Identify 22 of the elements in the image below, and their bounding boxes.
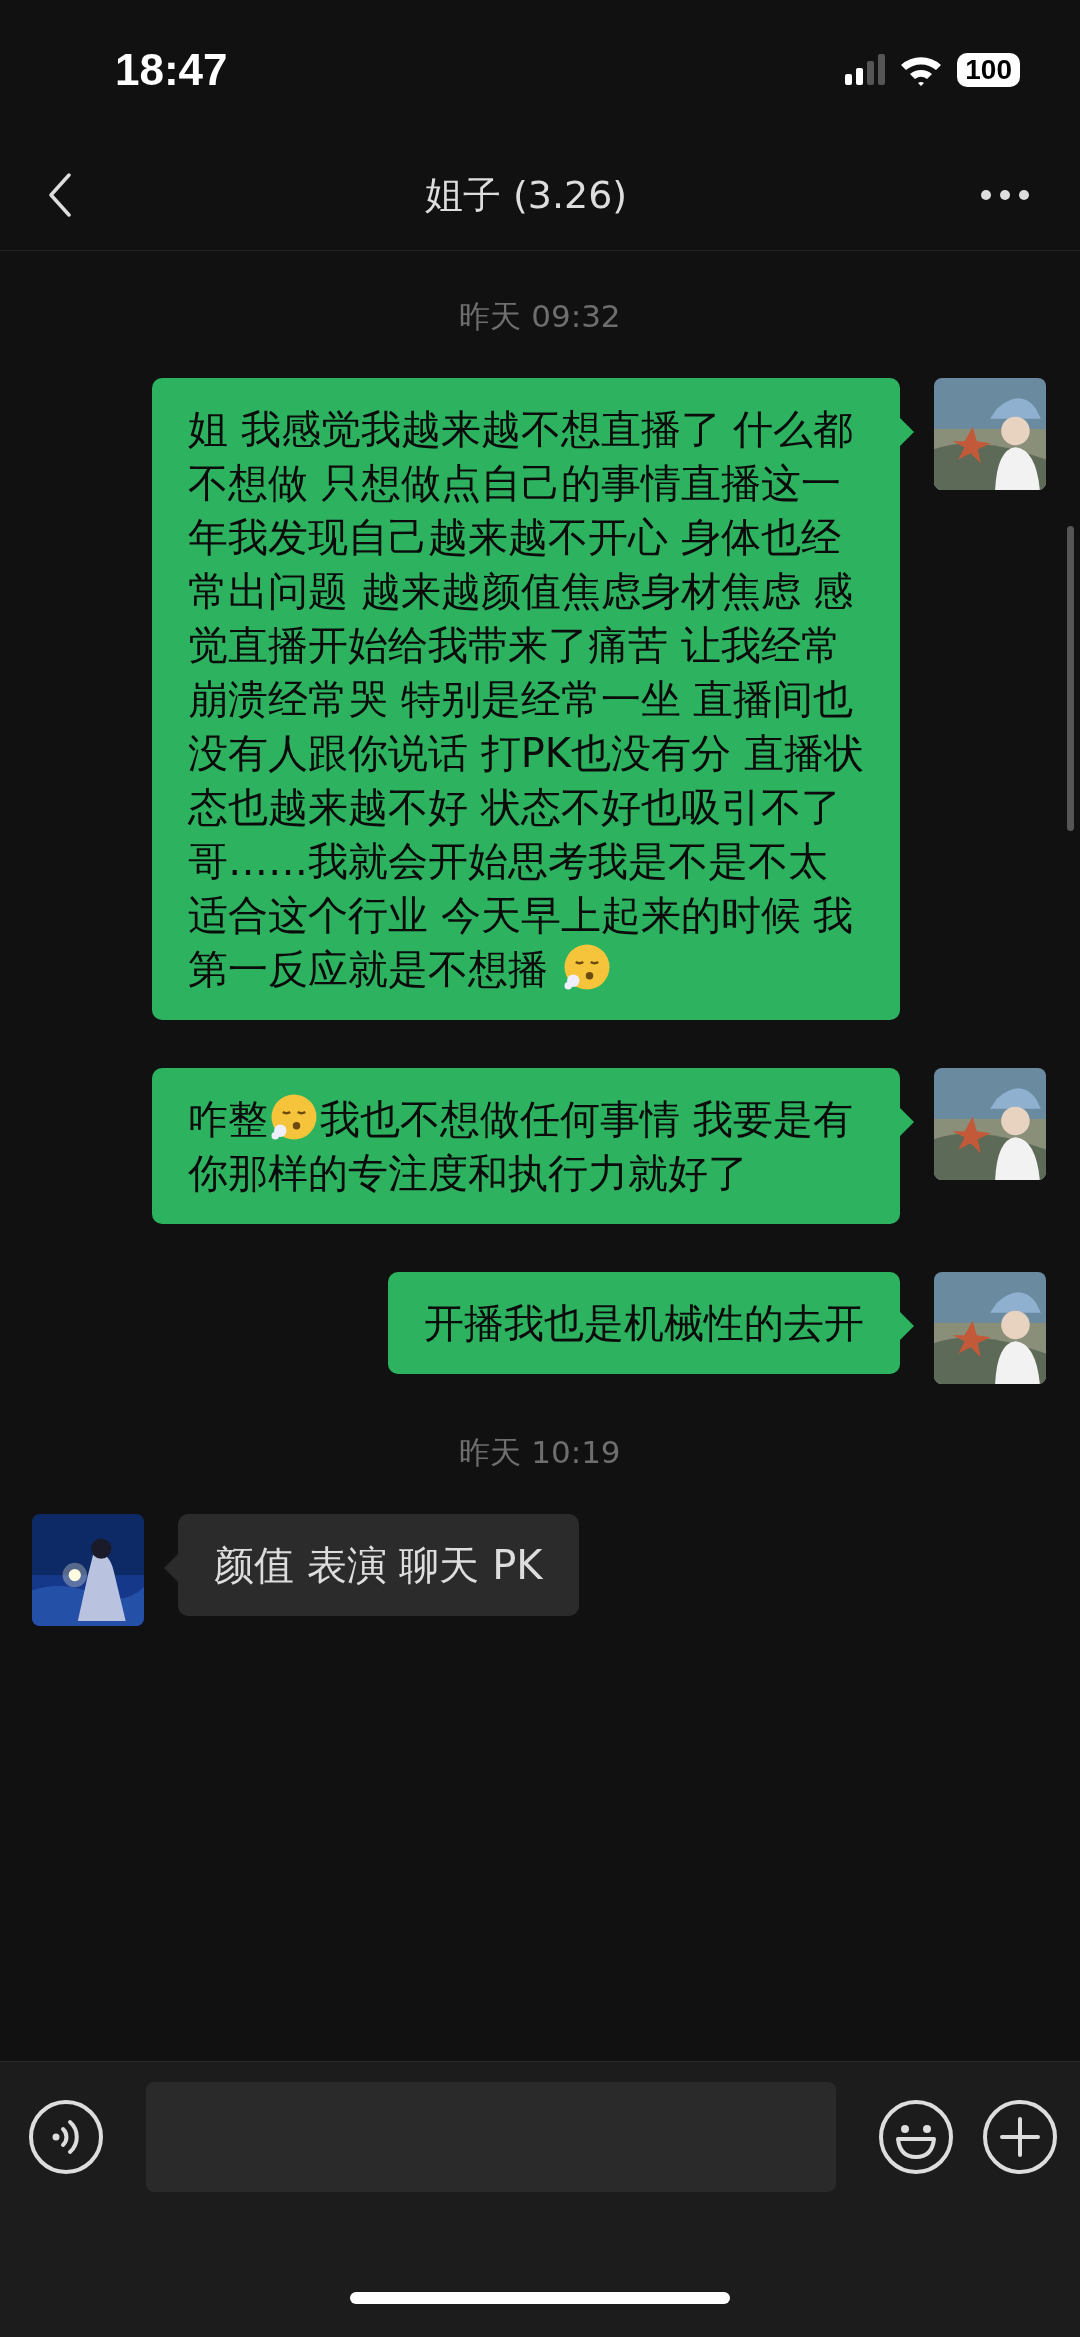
bubble-tail xyxy=(164,1554,178,1582)
bubble-tail xyxy=(900,418,914,446)
message-bubble[interactable]: 姐 我感觉我越来越不想直播了 什么都不想做 只想做点自己的事情直播这一年我发现自己越来越不开心 身体也经常出问题 越来越颜值焦虑身材焦虑 感觉直播开始给我带来了痛苦 让我经常崩溃经常哭 特别是经常一坐 直播间也没有人跟你说话 打PK也没有分 直播状态也越来越不好 状态不好也吸引不了哥……我就会开始思考我是不是不太适合这个行业 今天早上起来的时候 我第一反应就是不想播 xyxy=(152,378,900,1020)
back-icon[interactable] xyxy=(48,173,72,217)
more-icon[interactable] xyxy=(980,189,1030,201)
message-bubble[interactable]: 咋整 我也不想做任何事情 我要是有你那样的专注度和执行力就好了 xyxy=(152,1068,900,1224)
emoji-button-icon[interactable] xyxy=(878,2099,954,2175)
status-time: 18:47 xyxy=(115,45,228,95)
bubble-tail xyxy=(900,1312,914,1340)
signal-icon xyxy=(845,54,886,86)
message-bubble[interactable]: 颜值 表演 聊天 PK xyxy=(178,1514,579,1616)
chat-title: 姐子 (3.26) xyxy=(424,171,628,219)
voice-icon[interactable] xyxy=(28,2099,104,2175)
emoji-icon xyxy=(269,1092,319,1142)
plus-icon[interactable] xyxy=(982,2099,1058,2175)
timestamp: 昨天 10:19 xyxy=(459,1433,621,1472)
message-bubble[interactable]: 开播我也是机械性的去开 xyxy=(388,1272,900,1374)
battery-indicator: 100 xyxy=(957,53,1020,87)
bubble-tail xyxy=(900,1108,914,1136)
scrollbar[interactable] xyxy=(1067,526,1074,831)
wifi-icon xyxy=(899,54,944,86)
timestamp: 昨天 09:32 xyxy=(459,297,621,336)
